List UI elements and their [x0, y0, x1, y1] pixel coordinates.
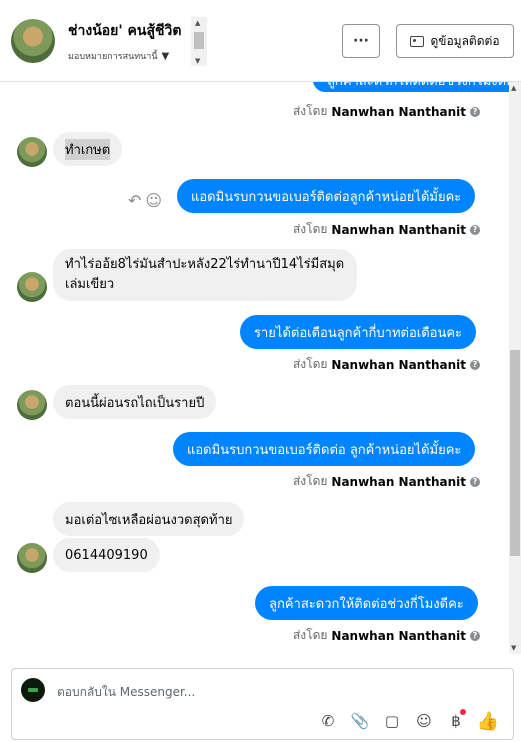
assign-conversation[interactable]: มอบหมายการสนทนานี้ ▼: [68, 49, 169, 63]
sent-by-label: ส่งโดย Nanwhan Nanthanit ?: [293, 102, 480, 121]
message-text: ทำไร่ออ้ย8ไร่มันสำปะหลัง22ไร่ทำนาปี14ไร่…: [65, 257, 345, 292]
info-icon[interactable]: ?: [470, 106, 480, 117]
sent-by-label: ส่งโดย Nanwhan Nanthanit ?: [293, 220, 480, 239]
message-text: มอเต่อไซเหลือผ่อนงวดสุดท้าย: [65, 512, 233, 528]
page-avatar: [21, 678, 45, 702]
message-text: ทำเกษต: [65, 138, 111, 160]
like-icon[interactable]: 👍: [477, 711, 499, 732]
message-bubble-outgoing[interactable]: ลูกค้าสะดวกให้ติดต่อช่วงกี่โมงดีคะ: [313, 82, 509, 92]
reply-composer[interactable]: ตอบกลับใน Messenger... ✆ 📎 ▢ ☺ ฿ 👍: [11, 668, 514, 740]
message-thread[interactable]: ลูกค้าสะดวกให้ติดต่อช่วงกี่โมงดีคะ ส่งโด…: [0, 82, 509, 654]
reply-icon[interactable]: ↶: [128, 191, 141, 210]
sender-name: Nanwhan Nanthanit: [331, 357, 466, 372]
message-bubble-incoming[interactable]: ทำไร่ออ้ย8ไร่มันสำปะหลัง22ไร่ทำนาปี14ไร่…: [53, 249, 357, 301]
scroll-up-icon[interactable]: ▲: [195, 19, 200, 27]
message-text: รายได้ต่อเดือนลูกค้ากี่บาทต่อเดือนคะ: [254, 325, 463, 341]
customer-avatar-small[interactable]: [17, 272, 47, 302]
contact-card-icon: [410, 35, 425, 47]
view-contact-label: ดูข้อมูลติดต่อ: [430, 33, 500, 48]
call-plus-icon[interactable]: ✆: [318, 711, 338, 731]
thread-scrollbar[interactable]: ▲ ▼: [509, 82, 521, 654]
message-bubble-incoming[interactable]: มอเต่อไซเหลือผ่อนงวดสุดท้าย: [53, 502, 245, 536]
smiley-icon[interactable]: ☺: [145, 191, 162, 210]
view-contact-button[interactable]: ดูข้อมูลติดต่อ: [396, 24, 514, 58]
message-bubble-incoming[interactable]: ตอนนี้ผ่อนรถไถเป็นรายปี: [53, 385, 217, 419]
message-text: ลูกค้าสะดวกให้ติดต่อช่วงกี่โมงดีคะ: [269, 596, 464, 612]
info-icon[interactable]: ?: [470, 476, 480, 487]
message-text: ตอนนี้ผ่อนรถไถเป็นรายปี: [65, 395, 205, 411]
customer-avatar-small[interactable]: [17, 543, 47, 573]
header-scrollbar[interactable]: ▲ ▼: [191, 17, 207, 66]
attachment-icon[interactable]: 📎: [350, 711, 370, 731]
customer-avatar-small[interactable]: [17, 390, 47, 420]
customer-avatar-small[interactable]: [17, 137, 47, 167]
notification-dot: [460, 709, 466, 715]
sent-by-prefix: ส่งโดย: [292, 357, 328, 371]
assign-label: มอบหมายการสนทนานี้: [68, 52, 158, 62]
message-text: แอดมินรบกวนขอเบอร์ติดต่อ ลูกค้าหน่อยได้ม…: [187, 442, 462, 458]
sent-by-prefix: ส่งโดย: [292, 628, 328, 642]
sender-name: Nanwhan Nanthanit: [331, 104, 466, 119]
saved-replies-icon[interactable]: ▢: [382, 711, 402, 731]
message-bubble-outgoing[interactable]: แอดมินรบกวนขอเบอร์ติดต่อ ลูกค้าหน่อยได้ม…: [173, 432, 476, 466]
more-options-button[interactable]: ···: [342, 24, 380, 58]
message-bubble-outgoing[interactable]: ลูกค้าสะดวกให้ติดต่อช่วงกี่โมงดีคะ: [255, 586, 478, 620]
customer-avatar[interactable]: [11, 19, 55, 63]
info-icon[interactable]: ?: [470, 224, 480, 235]
chevron-down-icon: ▼: [161, 50, 170, 62]
message-actions: ↶ ☺: [128, 191, 162, 210]
message-bubble-outgoing[interactable]: แอดมินรบกวนขอเบอร์ติดต่อลูกค้าหน่อยได้มั…: [177, 179, 476, 213]
scroll-down-icon[interactable]: ▼: [511, 644, 516, 652]
reply-input[interactable]: ตอบกลับใน Messenger...: [57, 683, 195, 702]
conversation-header: ช่างน้อย' คนสู้ชีวิต มอบหมายการสนทนานี้ …: [0, 0, 521, 82]
sender-name: Nanwhan Nanthanit: [331, 474, 466, 489]
scroll-down-icon[interactable]: ▼: [195, 57, 200, 65]
emoji-icon[interactable]: ☺: [414, 711, 434, 731]
info-icon[interactable]: ?: [470, 359, 480, 370]
message-bubble-incoming[interactable]: ทำเกษต: [53, 132, 123, 166]
scrollbar-thumb[interactable]: [194, 32, 204, 49]
sender-name: Nanwhan Nanthanit: [331, 222, 466, 237]
sent-by-label: ส่งโดย Nanwhan Nanthanit ?: [293, 626, 480, 645]
sent-by-prefix: ส่งโดย: [292, 222, 328, 236]
scrollbar-thumb[interactable]: [510, 350, 520, 556]
scroll-up-icon[interactable]: ▲: [511, 84, 516, 92]
sent-by-prefix: ส่งโดย: [292, 474, 328, 488]
sent-by-label: ส่งโดย Nanwhan Nanthanit ?: [293, 472, 480, 491]
message-text: แอดมินรบกวนขอเบอร์ติดต่อลูกค้าหน่อยได้มั…: [191, 189, 462, 205]
message-text: ลูกค้าสะดวกให้ติดต่อช่วงกี่โมงดีคะ: [327, 82, 509, 91]
message-bubble-incoming[interactable]: 0614409190: [53, 538, 160, 572]
sender-name: Nanwhan Nanthanit: [331, 628, 466, 643]
sent-by-prefix: ส่งโดย: [292, 104, 328, 118]
sent-by-label: ส่งโดย Nanwhan Nanthanit ?: [293, 355, 480, 374]
customer-name[interactable]: ช่างน้อย' คนสู้ชีวิต: [68, 20, 181, 42]
message-text: 0614409190: [65, 547, 148, 563]
payment-icon[interactable]: ฿: [446, 709, 466, 731]
composer-toolbar: ✆ 📎 ▢ ☺ ฿ 👍: [318, 709, 499, 732]
message-bubble-outgoing[interactable]: รายได้ต่อเดือนลูกค้ากี่บาทต่อเดือนคะ: [240, 315, 477, 349]
info-icon[interactable]: ?: [470, 630, 480, 641]
